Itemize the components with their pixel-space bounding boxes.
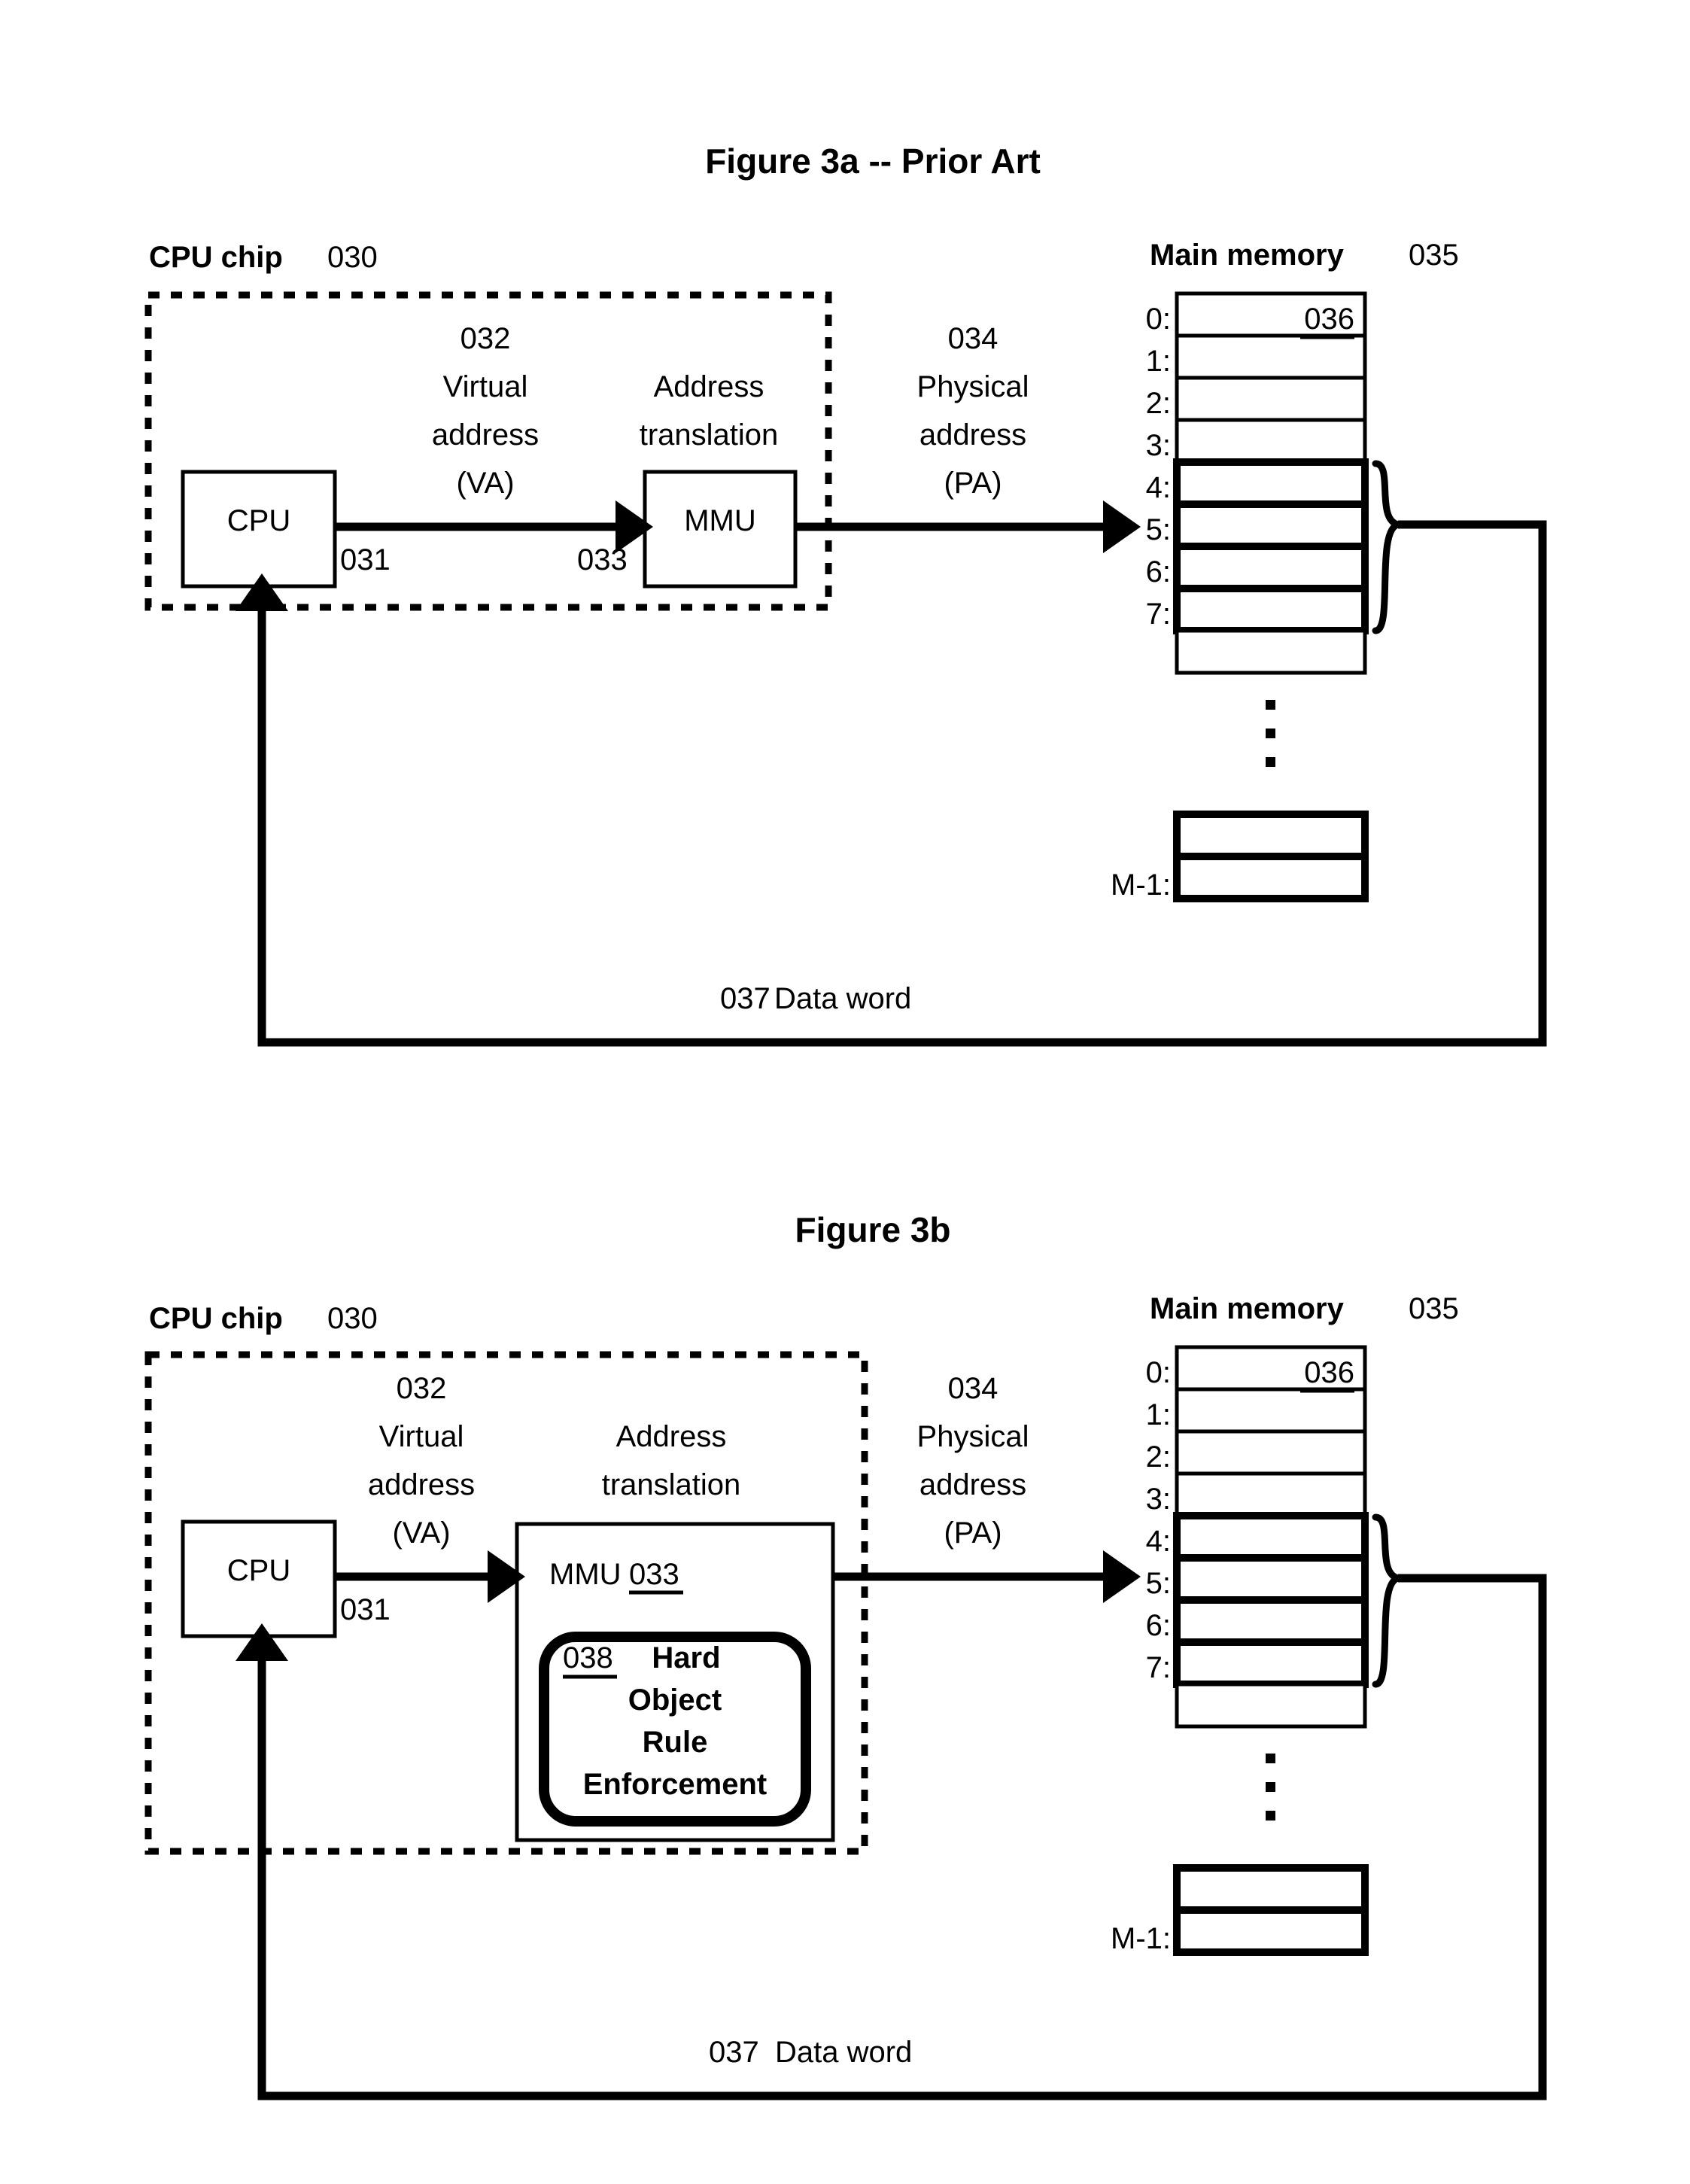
fig3b-pa-line2: address bbox=[919, 1468, 1026, 1501]
fig3b-mem-cell-3 bbox=[1175, 1471, 1367, 1518]
fig3b-mmu-box-ref: 033 bbox=[629, 1558, 679, 1591]
fig3b-data-word-text: Data word bbox=[775, 2036, 912, 2069]
fig3b-row-label-4: 4: bbox=[1146, 1525, 1171, 1558]
fig3b-mem-cell-2 bbox=[1175, 1429, 1367, 1476]
figure-page: Figure 3a -- Prior Art CPU chip 030 Main… bbox=[0, 0, 1690, 2184]
fig3b-data-word-ref: 037 bbox=[709, 2036, 759, 2069]
fig3b-hard-object-line3: Rule bbox=[643, 1726, 708, 1759]
fig3b-translation-line2: translation bbox=[602, 1468, 741, 1501]
fig3b-hard-object-line4: Enforcement bbox=[583, 1768, 767, 1801]
fig3b-main-memory-label: Main memory bbox=[1150, 1292, 1345, 1325]
fig3b-mem-cell-m1 bbox=[1173, 1906, 1369, 1956]
fig3b-row-label-last: M-1: bbox=[1111, 1922, 1171, 1955]
fig3b-mmu-box-label: MMU bbox=[549, 1558, 622, 1591]
fig3b-va-line2: address bbox=[368, 1468, 475, 1501]
fig3b-hard-object-ref: 038 bbox=[563, 1641, 613, 1675]
fig3b-row-label-3: 3: bbox=[1146, 1483, 1171, 1516]
figure-3b-group: Figure 3b CPU chip 030 Main memory 035 0… bbox=[144, 1210, 1547, 2100]
fig3b-va-line3: (VA) bbox=[392, 1516, 450, 1550]
fig3b-row-label-1: 1: bbox=[1146, 1398, 1171, 1431]
fig3b-row-label-5: 5: bbox=[1146, 1567, 1171, 1600]
fig3b-mem-cell-6 bbox=[1173, 1596, 1369, 1646]
fig3b-pa-line1: Physical bbox=[917, 1420, 1029, 1453]
fig3b-va-ref: 032 bbox=[397, 1372, 447, 1405]
fig3b-cell-ref-036: 036 bbox=[1304, 1356, 1354, 1389]
fig3b-mem-cell-8 bbox=[1175, 1682, 1367, 1729]
fig3b-cpu-box-label: CPU bbox=[227, 1554, 290, 1587]
fig3b-pa-arrow-head bbox=[1103, 1550, 1141, 1603]
fig3b-main-memory-ref: 035 bbox=[1409, 1292, 1459, 1325]
fig3b-row-label-7: 7: bbox=[1146, 1651, 1171, 1684]
fig3b-mem-cell-m2 bbox=[1173, 1864, 1369, 1914]
fig3b-vertical-ellipsis bbox=[1266, 1754, 1275, 1821]
fig3b-pa-line3: (PA) bbox=[944, 1516, 1002, 1550]
fig3b-group-brace bbox=[1372, 1513, 1400, 1688]
fig3b-ref-031: 031 bbox=[340, 1593, 391, 1626]
fig3b-memory-block-lower bbox=[1173, 1864, 1369, 1956]
fig3b-pa-ref: 034 bbox=[948, 1372, 998, 1405]
fig3b-cpu-chip-label: CPU chip bbox=[149, 1302, 283, 1335]
fig3b-hard-object-line1: Hard bbox=[652, 1641, 720, 1675]
figure-3b-title: Figure 3b bbox=[795, 1210, 950, 1249]
fig3b-mem-cell-4 bbox=[1173, 1512, 1369, 1562]
fig3b-va-line1: Virtual bbox=[379, 1420, 464, 1453]
fig3b-row-label-6: 6: bbox=[1146, 1609, 1171, 1642]
fig3b-cpu-chip-ref: 030 bbox=[327, 1302, 378, 1335]
fig3b-memory-block-upper bbox=[1173, 1345, 1369, 1729]
fig3b-translation-line1: Address bbox=[616, 1420, 727, 1453]
fig3b-mem-cell-7 bbox=[1173, 1638, 1369, 1688]
fig3b-row-label-2: 2: bbox=[1146, 1440, 1171, 1474]
fig3b-mem-cell-5 bbox=[1173, 1554, 1369, 1604]
fig3b-row-label-0: 0: bbox=[1146, 1356, 1171, 1389]
fig3b-hard-object-line2: Object bbox=[628, 1684, 722, 1717]
fig3b-mem-cell-1 bbox=[1175, 1387, 1367, 1434]
